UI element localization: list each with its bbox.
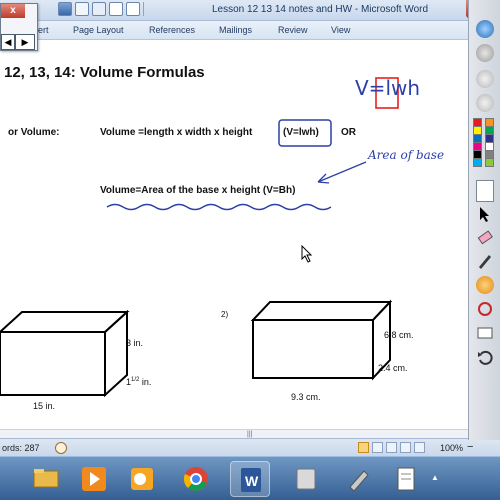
full-screen-view-button[interactable] — [372, 442, 383, 453]
file-explorer-icon[interactable] — [26, 461, 66, 497]
save-icon[interactable] — [58, 2, 72, 16]
prism-1-height: 3 in. — [126, 338, 144, 348]
problem-2-number: 2) — [221, 310, 229, 319]
color-swatch[interactable] — [473, 158, 482, 167]
marker-icon[interactable] — [476, 276, 494, 294]
outline-view-button[interactable] — [400, 442, 411, 453]
handwritten-formula: V=lwh — [355, 76, 421, 100]
prism-2-width: 2.4 cm. — [378, 363, 408, 373]
pencil-icon[interactable] — [476, 252, 494, 270]
tab-review[interactable]: Review — [278, 25, 308, 35]
pen-mode-icon[interactable] — [476, 44, 494, 62]
undo-icon[interactable] — [75, 2, 89, 16]
recycle-icon[interactable] — [286, 461, 326, 497]
formula-bh: Volume=Area of the base x height (V=Bh) — [100, 185, 296, 196]
pen-width-slider[interactable] — [476, 180, 494, 202]
formula-or: OR — [341, 127, 356, 138]
floating-toolbar: x ◀ ▶ — [0, 3, 38, 51]
quick-access-toolbar — [58, 2, 144, 16]
email-icon[interactable] — [126, 2, 140, 16]
pen-tool-icon[interactable] — [476, 20, 494, 38]
rectangular-prism-1 — [0, 309, 130, 398]
formula-lwh-symbol: (V=lwh) — [283, 127, 319, 138]
color-palette — [473, 118, 499, 167]
tab-references[interactable]: References — [149, 25, 195, 35]
volume-label: or Volume: — [8, 127, 60, 138]
zoom-level[interactable]: 100% — [440, 443, 463, 453]
pen-toolbar — [468, 0, 500, 440]
tab-view[interactable]: View — [331, 25, 350, 35]
prism-2-length: 9.3 cm. — [291, 392, 321, 402]
next-button[interactable]: ▶ — [15, 34, 35, 50]
draft-view-button[interactable] — [414, 442, 425, 453]
chrome-icon[interactable] — [176, 461, 216, 497]
close-icon[interactable]: x — [1, 4, 25, 18]
outlook-icon[interactable] — [122, 461, 162, 497]
taskbar: W ▲ — [0, 456, 500, 500]
prism-1-width: 11/2 in. — [126, 377, 152, 387]
scroll-thumb[interactable]: ||| — [247, 431, 252, 438]
toolbar-separator — [143, 2, 144, 16]
prism-2-height: 6.8 cm. — [384, 330, 414, 340]
tab-page-layout[interactable]: Page Layout — [73, 25, 124, 35]
select-arrow-icon[interactable] — [476, 205, 494, 223]
handwritten-area-of-base: Area of base — [368, 148, 445, 162]
notepad-icon[interactable] — [386, 461, 426, 497]
spelling-icon[interactable] — [109, 2, 123, 16]
eraser-icon[interactable] — [476, 228, 494, 246]
previous-button[interactable]: ◀ — [1, 34, 15, 50]
title-bar: Lesson 12 13 14 notes and HW - Microsoft… — [0, 0, 500, 21]
web-layout-view-button[interactable] — [386, 442, 397, 453]
tool-icon[interactable] — [338, 461, 378, 497]
color-swatch[interactable] — [485, 158, 494, 167]
svg-text:W: W — [245, 473, 259, 489]
window-title: Lesson 12 13 14 notes and HW - Microsoft… — [212, 4, 429, 15]
highlighter-icon[interactable] — [476, 70, 494, 88]
shapes-icon[interactable] — [476, 300, 494, 318]
tab-mailings[interactable]: Mailings — [219, 25, 252, 35]
squiggle-underline — [106, 203, 332, 211]
formula-lwh: Volume =length x width x height — [100, 127, 253, 138]
page-title: 12, 13, 14: Volume Formulas — [4, 64, 205, 81]
horizontal-scrollbar[interactable]: ||| — [0, 429, 468, 438]
proofing-icon[interactable] — [55, 442, 67, 454]
status-bar: ords: 287 100% − — [0, 438, 500, 456]
document-page[interactable]: 12, 13, 14: Volume Formulas or Volume: V… — [0, 40, 468, 438]
text-tool-icon[interactable] — [476, 324, 494, 342]
rectangular-prism-2 — [250, 299, 393, 381]
print-layout-view-button[interactable] — [358, 442, 369, 453]
media-player-icon[interactable] — [74, 461, 114, 497]
word-icon[interactable]: W — [230, 461, 270, 497]
word-count[interactable]: ords: 287 — [2, 443, 40, 453]
ribbon-tabs: ert Page Layout References Mailings Revi… — [0, 21, 470, 40]
mouse-cursor-icon — [301, 245, 313, 263]
tab-insert[interactable]: ert — [38, 25, 49, 35]
area-of-base-arrow — [317, 161, 367, 183]
play-icon[interactable] — [476, 94, 494, 112]
zoom-out-button[interactable]: − — [467, 442, 473, 453]
prism-1-length: 15 in. — [33, 401, 56, 411]
undo-ink-icon[interactable] — [476, 348, 494, 366]
print-preview-icon[interactable] — [92, 2, 106, 16]
tray-expand-icon[interactable]: ▲ — [431, 473, 439, 482]
